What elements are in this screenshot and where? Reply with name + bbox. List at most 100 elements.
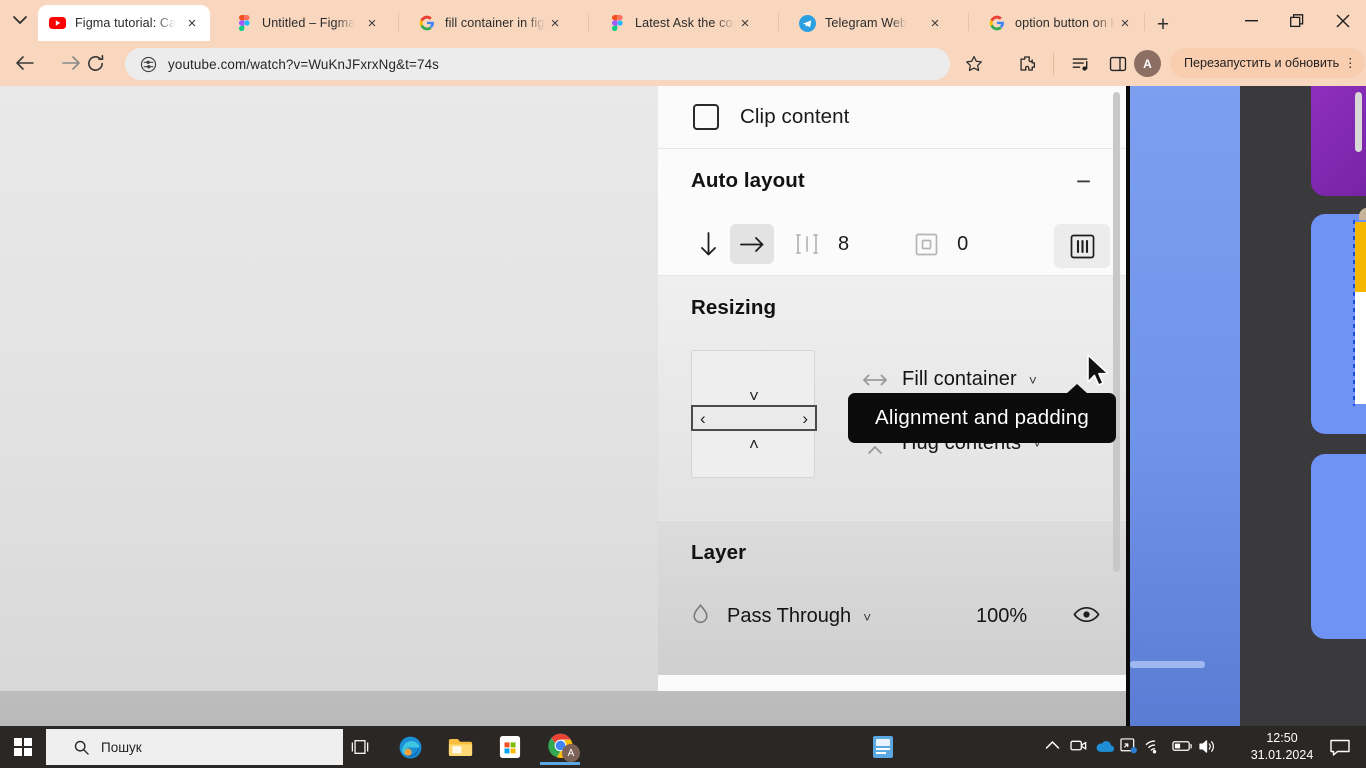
relaunch-update-button[interactable]: Перезапустить и обновить ⋮ [1170,48,1366,78]
action-center-icon[interactable] [1330,739,1350,756]
blend-mode-icon [691,603,710,630]
tab-close-icon[interactable]: × [545,13,565,33]
constraint-left-chevron[interactable]: ‹ [700,410,706,427]
auto-layout-padding-field[interactable]: 0 [909,232,968,257]
figma-canvas-blue-area-lower [1130,691,1240,730]
chevron-down-icon[interactable]: ˅ [863,609,871,625]
kebab-menu-icon[interactable]: ⋮ [1339,56,1361,68]
browser-tab-4[interactable]: Telegram Web × [788,5,953,41]
browser-tab-3[interactable]: Latest Ask the comm × [598,5,763,41]
back-arrow-icon[interactable] [8,47,40,79]
site-settings-icon[interactable] [137,53,159,75]
arrow-down-icon[interactable] [686,224,730,264]
desktop-background-right-lower [1240,691,1366,730]
alignment-padding-icon[interactable] [1054,224,1110,268]
news-card-icon[interactable] [872,735,894,759]
browser-tab-1[interactable]: Untitled – Figma × [225,5,390,41]
window-minimize-button[interactable] [1228,0,1274,41]
clip-content-label: Clip content [740,105,850,128]
constraint-top-chevron[interactable]: ˄ [692,435,816,455]
layer-title: Layer [691,541,747,564]
new-tab-button[interactable]: + [1150,11,1176,37]
windows-update-icon[interactable] [1120,738,1137,754]
horizontal-resize-icon [858,373,892,387]
tab-search-icon[interactable] [6,6,34,34]
blend-mode-value[interactable]: Pass Through [727,605,851,628]
star-icon[interactable] [960,50,988,78]
tab-close-icon[interactable]: × [182,13,202,33]
chevron-up-icon[interactable] [1045,740,1060,750]
figma-icon [235,14,253,32]
chevron-down-icon[interactable]: ˅ [1029,372,1037,388]
telegram-icon [798,14,816,32]
search-icon [74,740,89,755]
clip-content-checkbox[interactable] [693,104,719,130]
constraint-right-chevron[interactable]: › [802,410,808,427]
side-panel-icon[interactable] [1104,50,1132,78]
browser-tab-label: option button on key [1015,16,1115,30]
file-explorer-icon[interactable] [440,729,480,765]
browser-tab-2[interactable]: fill container in figma × [408,5,573,41]
microsoft-store-icon[interactable] [490,729,530,765]
browser-tab-label: Untitled – Figma [262,16,356,30]
task-view-icon[interactable] [340,729,380,765]
address-bar[interactable]: youtube.com/watch?v=WuKnJFxrxNg&t=74s [125,48,950,80]
background-card-purple [1311,86,1366,196]
edge-icon[interactable] [390,729,430,765]
card-top-accent [1359,208,1366,220]
media-playlist-icon[interactable] [1066,50,1094,78]
auto-layout-title: Auto layout [691,169,805,192]
figma-canvas-highlight-bar [1130,661,1205,668]
tooltip-label: Alignment and padding [875,406,1089,429]
eye-icon[interactable] [1073,606,1100,628]
window-maximize-button[interactable] [1274,0,1320,41]
auto-layout-gap-field[interactable]: 8 [790,232,849,256]
auto-layout-remove-button[interactable]: − [1076,168,1091,194]
auto-layout-section: Auto layout − 8 0 [658,149,1126,275]
clip-content-row[interactable]: Clip content [658,86,1126,148]
onedrive-cloud-icon[interactable] [1094,739,1114,753]
tab-close-icon[interactable]: × [362,13,382,33]
reload-icon[interactable] [79,47,111,79]
windows-start-icon[interactable] [0,726,46,768]
resizing-constraints-widget[interactable]: ˅ ‹ › ˄ [691,350,817,478]
arrow-right-icon[interactable] [730,224,774,264]
resizing-header: Resizing [658,276,1126,340]
padding-icon [909,232,943,257]
mouse-pointer-icon [1086,354,1112,393]
wifi-icon[interactable] [1145,739,1164,754]
horizontal-resizing-value: Fill container [902,368,1017,390]
layer-section: Layer Pass Through ˅ 100% [658,521,1126,675]
tab-divider [1144,13,1145,31]
browser-tab-label: Latest Ask the comm [635,16,735,30]
constraint-horizontal-bar[interactable]: ‹ › [691,405,817,431]
google-icon [988,14,1006,32]
browser-tab-5[interactable]: option button on key × [978,5,1143,41]
battery-icon[interactable] [1172,740,1193,752]
tab-divider [588,13,589,31]
tab-close-icon[interactable]: × [1115,13,1135,33]
vertical-scrollbar-thumb[interactable] [1113,92,1120,572]
card-pill [1355,92,1362,152]
volume-icon[interactable] [1198,739,1217,754]
search-placeholder: Пошук [101,739,142,755]
horizontal-resizing-dropdown[interactable]: Fill container ˅ [858,368,1037,391]
constraint-bottom-chevron[interactable]: ˅ [692,387,816,407]
taskbar-clock[interactable]: 12:50 31.01.2024 [1246,730,1318,764]
camera-icon[interactable] [1070,738,1087,753]
clock-time: 12:50 [1266,731,1298,745]
search-input[interactable]: Пошук [46,729,343,765]
tab-divider [778,13,779,31]
extensions-puzzle-icon[interactable] [1013,50,1041,78]
avatar[interactable]: A [1134,50,1161,77]
layer-blend-row: Pass Through ˅ 100% [691,603,1100,630]
window-close-button[interactable] [1320,0,1366,41]
layer-opacity-value[interactable]: 100% [976,605,1027,628]
tab-close-icon[interactable]: × [925,13,945,33]
chrome-icon[interactable]: A [540,729,580,765]
browser-tab-0[interactable]: Figma tutorial: Card c × [38,5,210,41]
tab-close-icon[interactable]: × [735,13,755,33]
youtube-icon [48,14,66,32]
profile-badge: A [562,744,580,762]
browser-tab-strip: Figma tutorial: Card c × Untitled – Figm… [0,0,1366,41]
